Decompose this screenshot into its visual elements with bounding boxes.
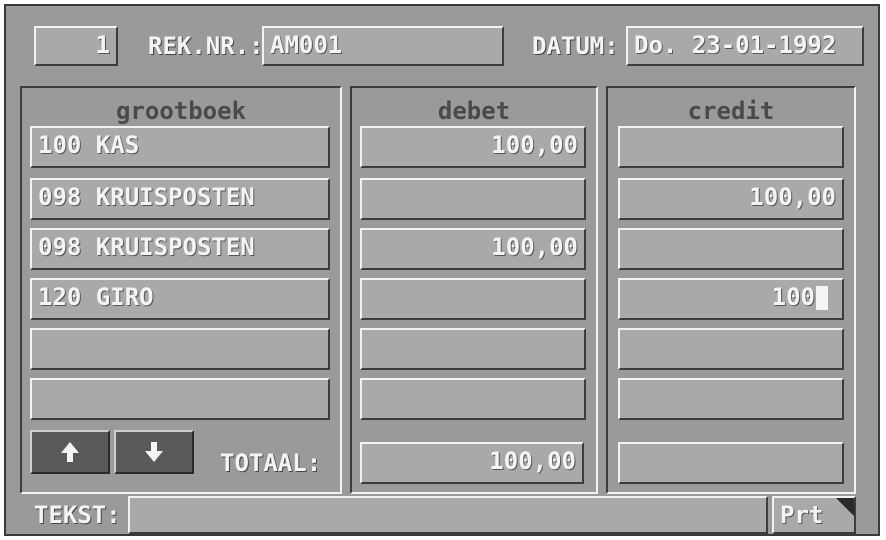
credit-field[interactable]	[618, 126, 844, 168]
credit-field[interactable]	[618, 328, 844, 370]
tekst-label: TEKST:	[34, 501, 121, 529]
debet-field[interactable]	[360, 178, 586, 220]
print-button[interactable]: Prt	[772, 496, 856, 534]
grootboek-field[interactable]	[30, 328, 330, 370]
grootboek-field[interactable]: 120 GIRO	[30, 278, 330, 320]
credit-field[interactable]	[618, 378, 844, 420]
debet-field[interactable]	[360, 278, 586, 320]
entry-number-field[interactable]: 1	[34, 26, 118, 66]
grootboek-field[interactable]: 100 KAS	[30, 126, 330, 168]
totaal-label: TOTAAL:	[220, 449, 322, 477]
debet-header: debet	[437, 97, 511, 125]
scroll-down-button[interactable]	[114, 430, 194, 474]
arrow-down-icon	[145, 442, 163, 462]
datum-label: DATUM:	[532, 32, 619, 60]
totaal-credit-field	[618, 442, 844, 484]
debet-field[interactable]: 100,00	[360, 228, 586, 270]
grootboek-field[interactable]	[30, 378, 330, 420]
tekst-field[interactable]	[128, 496, 768, 534]
debet-field[interactable]	[360, 328, 586, 370]
debet-field[interactable]: 100,00	[360, 126, 586, 168]
datum-field[interactable]: Do. 23-01-1992	[626, 26, 864, 66]
totaal-debet-field: 100,00	[360, 442, 584, 484]
grootboek-field[interactable]: 098 KRUISPOSTEN	[30, 228, 330, 270]
grootboek-field[interactable]: 098 KRUISPOSTEN	[30, 178, 330, 220]
scroll-up-button[interactable]	[30, 430, 110, 474]
text-cursor	[816, 286, 828, 310]
credit-field[interactable]: 100,00	[618, 178, 844, 220]
rek-nr-label: REK.NR.:	[148, 32, 264, 60]
rek-nr-field[interactable]: AM001	[262, 26, 504, 66]
arrow-up-icon	[61, 442, 79, 462]
credit-input-value: 100	[771, 283, 815, 311]
credit-field[interactable]	[618, 228, 844, 270]
print-button-label: Prt	[780, 501, 824, 529]
corner-fold-icon	[836, 498, 854, 516]
grootboek-header: grootboek	[115, 97, 247, 125]
bookkeeping-entry-screen: 1 REK.NR.: AM001 DATUM: Do. 23-01-1992 g…	[4, 4, 880, 536]
credit-header: credit	[687, 97, 775, 125]
credit-field-active[interactable]: 100	[618, 278, 844, 320]
debet-field[interactable]	[360, 378, 586, 420]
